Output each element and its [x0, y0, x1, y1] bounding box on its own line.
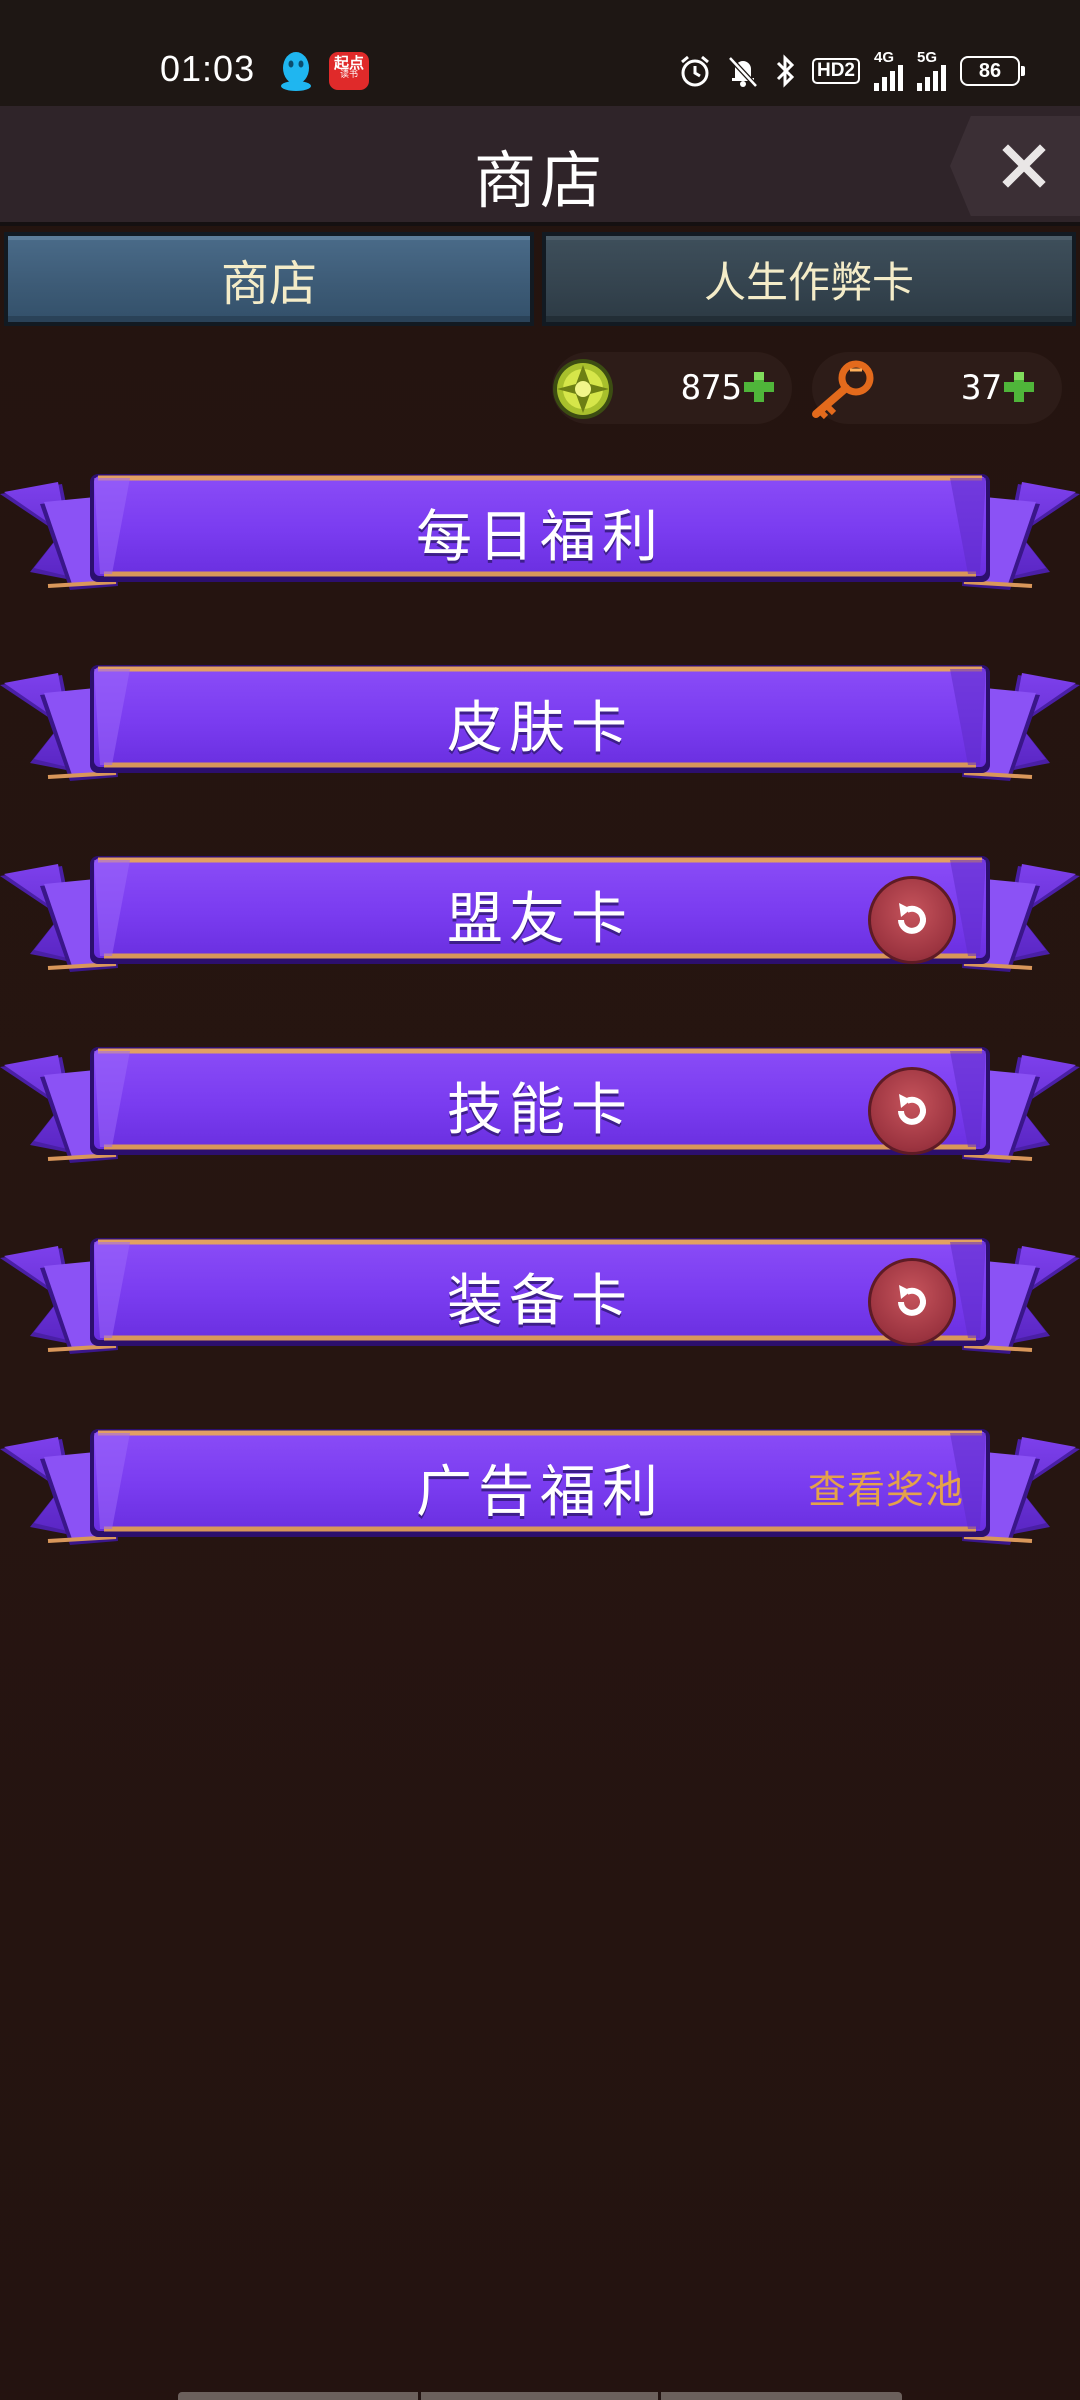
net-label-2: 5G: [917, 49, 938, 66]
signal-4g: 4G: [874, 49, 903, 91]
ribbon-label: 皮肤卡: [447, 696, 633, 761]
signal-bars-icon: [917, 65, 946, 91]
close-button[interactable]: [950, 116, 1080, 216]
shop-screen: 01:03 起点 读书 HD2 4G 5G 86 商店 商店 人生作弊卡 875…: [0, 0, 1080, 2400]
status-icons: HD2 4G 5G 86: [678, 49, 1025, 92]
net-label-1: 4G: [874, 49, 895, 66]
view-prize-pool-link[interactable]: 查看奖池: [808, 1459, 964, 1514]
status-time: 01:03: [160, 48, 256, 89]
gesture-bar: [178, 2392, 902, 2400]
bluetooth-icon: [776, 54, 795, 88]
add-coins-icon[interactable]: [742, 370, 776, 404]
skill-card-banner[interactable]: 技能卡: [0, 1035, 1080, 1175]
page-title: 商店: [473, 144, 606, 217]
coin-count: 875: [680, 368, 742, 408]
refresh-icon: [898, 1285, 926, 1316]
add-keys-icon[interactable]: [1002, 370, 1036, 404]
app-badge-text: 起点: [333, 54, 364, 72]
refresh-icon: [898, 1094, 926, 1125]
tab-life-cheat-card[interactable]: 人生作弊卡: [542, 232, 1076, 326]
equipment-card-banner[interactable]: 装备卡: [0, 1226, 1080, 1366]
ad-benefit-banner[interactable]: 广告福利 查看奖池: [0, 1417, 1080, 1557]
key-icon: [812, 360, 874, 420]
hd-indicator: HD2: [811, 58, 860, 84]
coin-counter: 875: [552, 352, 792, 424]
coin-emblem-icon: [553, 359, 613, 419]
mute-bell-icon: [728, 56, 758, 88]
key-count: 37: [961, 368, 1002, 408]
signal-5g: 5G: [917, 49, 946, 91]
tab-shop[interactable]: 商店: [4, 232, 534, 326]
close-icon: [1002, 144, 1046, 188]
ally-refresh-button[interactable]: [868, 876, 956, 964]
skill-refresh-button[interactable]: [868, 1067, 956, 1155]
key-counter: 37: [812, 352, 1062, 424]
equipment-refresh-button[interactable]: [868, 1258, 956, 1346]
alarm-icon: [681, 55, 709, 87]
signal-bars-icon: [874, 65, 903, 91]
qq-icon: [281, 52, 311, 91]
ribbon-label: 每日福利: [416, 505, 664, 570]
status-bar: 01:03 起点 读书 HD2 4G 5G 86: [0, 0, 1080, 106]
refresh-icon: [898, 903, 926, 934]
ally-card-banner[interactable]: 盟友卡: [0, 844, 1080, 984]
daily-benefit-banner[interactable]: 每日福利: [0, 462, 1080, 602]
header-bar: 商店: [0, 106, 1080, 226]
battery-indicator: 86: [960, 56, 1025, 86]
qidian-app-icon: 起点 读书: [329, 52, 369, 90]
skin-card-banner[interactable]: 皮肤卡: [0, 653, 1080, 793]
